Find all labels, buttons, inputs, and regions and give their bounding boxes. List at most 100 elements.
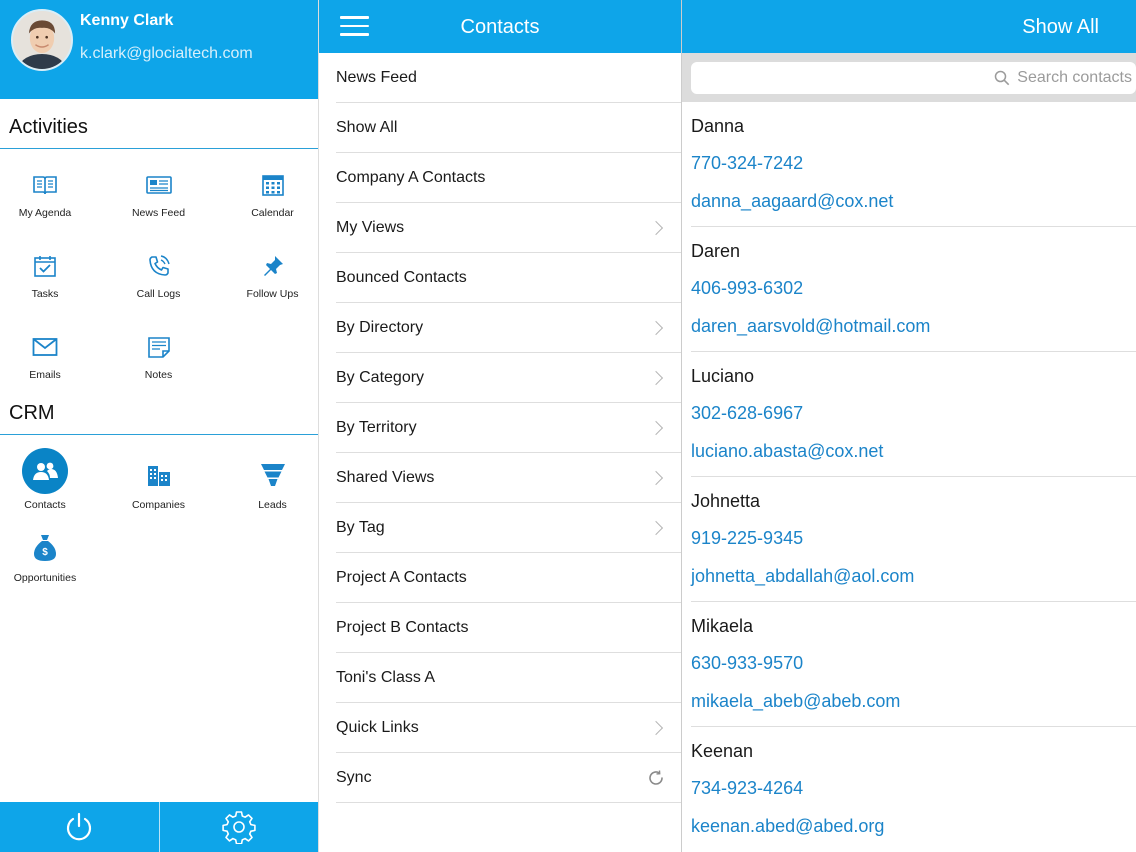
menu-item-news-feed[interactable]: News Feed: [336, 53, 681, 103]
menu-item-shared-views[interactable]: Shared Views: [336, 453, 681, 503]
menu-item-quick-links[interactable]: Quick Links: [336, 703, 681, 753]
contact-row[interactable]: Keenan 734-923-4264 keenan.abed@abed.org: [691, 727, 1136, 852]
contact-name: Keenan: [691, 741, 754, 761]
menu-item-show-all[interactable]: Show All: [336, 103, 681, 153]
user-profile-header[interactable]: Kenny Clark k.clark@glocialtech.com: [0, 0, 318, 99]
chevron-right-icon: [648, 420, 664, 435]
funnel-icon: [260, 457, 286, 493]
search-input[interactable]: Search contacts: [691, 62, 1136, 94]
contact-phone-link[interactable]: 919-225-9345: [691, 528, 803, 549]
contact-list: Danna 770-324-7242 danna_aagaard@cox.net…: [682, 102, 1136, 852]
tile-companies[interactable]: Companies: [90, 435, 227, 516]
contact-name: Daren: [691, 241, 741, 261]
contact-name: Mikaela: [691, 616, 754, 636]
contact-email-link[interactable]: keenan.abed@abed.org: [691, 816, 884, 837]
contact-row[interactable]: Mikaela 630-933-9570 mikaela_abeb@abeb.c…: [691, 602, 1136, 727]
contact-row[interactable]: Johnetta 919-225-9345 johnetta_abdallah@…: [691, 477, 1136, 602]
tile-label: News Feed: [131, 207, 186, 219]
menu-title: Contacts: [460, 16, 540, 38]
money-bag-icon: $: [33, 530, 57, 566]
activities-section-title: Activities: [0, 99, 318, 149]
book-icon: [32, 169, 58, 201]
calendar-icon: [261, 169, 284, 201]
tile-label: Call Logs: [136, 288, 181, 300]
menu-item-project-b-contacts[interactable]: Project B Contacts: [336, 603, 681, 653]
sync-icon: [649, 769, 663, 785]
contact-phone-link[interactable]: 770-324-7242: [691, 153, 803, 174]
tile-my-agenda[interactable]: My Agenda: [0, 149, 90, 230]
crm-grid: Contacts Companies Leads $ Opportunities: [0, 435, 318, 597]
user-name: Kenny Clark: [80, 12, 174, 29]
tile-label: Calendar: [251, 207, 294, 219]
menu-item-label: Bounced Contacts: [336, 268, 467, 286]
menu-item-label: Project A Contacts: [336, 568, 467, 586]
tile-tasks[interactable]: Tasks: [0, 230, 90, 311]
power-button[interactable]: [0, 802, 159, 852]
contacts-list-panel: Show All Search contacts Danna 770-324-7…: [682, 0, 1136, 852]
contact-email-link[interactable]: daren_aarsvold@hotmail.com: [691, 316, 930, 337]
menu-item-by-directory[interactable]: By Directory: [336, 303, 681, 353]
chevron-right-icon: [648, 720, 664, 735]
tile-label: Tasks: [31, 288, 59, 300]
menu-item-project-a-contacts[interactable]: Project A Contacts: [336, 553, 681, 603]
tile-label: Emails: [29, 369, 61, 381]
contact-phone-link[interactable]: 302-628-6967: [691, 403, 803, 424]
chevron-right-icon: [648, 520, 664, 535]
contacts-menu-panel: Contacts News Feed Show All Company A Co…: [318, 0, 682, 852]
sidebar-bottom-bar: [0, 802, 318, 852]
phone-icon: [147, 250, 171, 282]
tile-call-logs[interactable]: Call Logs: [90, 230, 227, 311]
menu-item-by-territory[interactable]: By Territory: [336, 403, 681, 453]
tile-news-feed[interactable]: News Feed: [90, 149, 227, 230]
menu-item-company-a-contacts[interactable]: Company A Contacts: [336, 153, 681, 203]
menu-item-by-tag[interactable]: By Tag: [336, 503, 681, 553]
contact-email-link[interactable]: luciano.abasta@cox.net: [691, 441, 883, 462]
menu-item-sync[interactable]: Sync: [336, 753, 681, 803]
tile-calendar[interactable]: Calendar: [227, 149, 318, 230]
tile-opportunities[interactable]: $ Opportunities: [0, 516, 90, 597]
menu-item-label: Quick Links: [336, 718, 419, 736]
tile-leads[interactable]: Leads: [227, 435, 318, 516]
menu-item-my-views[interactable]: My Views: [336, 203, 681, 253]
settings-button[interactable]: [158, 802, 319, 852]
contact-row[interactable]: Daren 406-993-6302 daren_aarsvold@hotmai…: [691, 227, 1136, 352]
contact-phone-link[interactable]: 630-933-9570: [691, 653, 803, 674]
chevron-right-icon: [648, 220, 664, 235]
tile-contacts[interactable]: Contacts: [0, 435, 90, 516]
contact-name: Danna: [691, 116, 745, 136]
tile-notes[interactable]: Notes: [90, 311, 227, 392]
contacts-panel-title: Show All: [1022, 16, 1099, 38]
tile-label: My Agenda: [18, 207, 72, 219]
menu-item-label: Company A Contacts: [336, 168, 486, 186]
gear-icon: [222, 811, 256, 844]
menu-item-tonis-class-a[interactable]: Toni's Class A: [336, 653, 681, 703]
tile-empty: [227, 311, 318, 392]
contact-email-link[interactable]: johnetta_abdallah@aol.com: [691, 566, 914, 587]
avatar[interactable]: [11, 9, 73, 71]
tile-label: Leads: [258, 499, 287, 511]
power-icon: [67, 812, 92, 841]
contact-email-link[interactable]: danna_aagaard@cox.net: [691, 191, 893, 212]
menu-item-label: Show All: [336, 118, 398, 136]
crm-section-title: CRM: [0, 392, 318, 435]
contact-phone-link[interactable]: 406-993-6302: [691, 278, 803, 299]
menu-item-label: Toni's Class A: [336, 668, 436, 686]
tile-follow-ups[interactable]: Follow Ups: [227, 230, 318, 311]
pin-icon: [261, 250, 285, 282]
contact-phone-link[interactable]: 734-923-4264: [691, 778, 803, 799]
app: Kenny Clark k.clark@glocialtech.com Acti…: [0, 0, 1136, 852]
tile-emails[interactable]: Emails: [0, 311, 90, 392]
contact-row[interactable]: Danna 770-324-7242 danna_aagaard@cox.net: [691, 102, 1136, 227]
contact-email-link[interactable]: mikaela_abeb@abeb.com: [691, 691, 900, 712]
menu-item-bounced-contacts[interactable]: Bounced Contacts: [336, 253, 681, 303]
people-icon: [22, 448, 68, 494]
contact-name: Johnetta: [691, 491, 761, 511]
menu-item-label: My Views: [336, 218, 405, 236]
chevron-right-icon: [648, 320, 664, 335]
newspaper-icon: [145, 169, 172, 201]
task-calendar-icon: [34, 250, 56, 282]
tile-label: Opportunities: [13, 572, 77, 584]
contact-row[interactable]: Luciano 302-628-6967 luciano.abasta@cox.…: [691, 352, 1136, 477]
contacts-header: Show All: [682, 0, 1136, 53]
menu-item-by-category[interactable]: By Category: [336, 353, 681, 403]
